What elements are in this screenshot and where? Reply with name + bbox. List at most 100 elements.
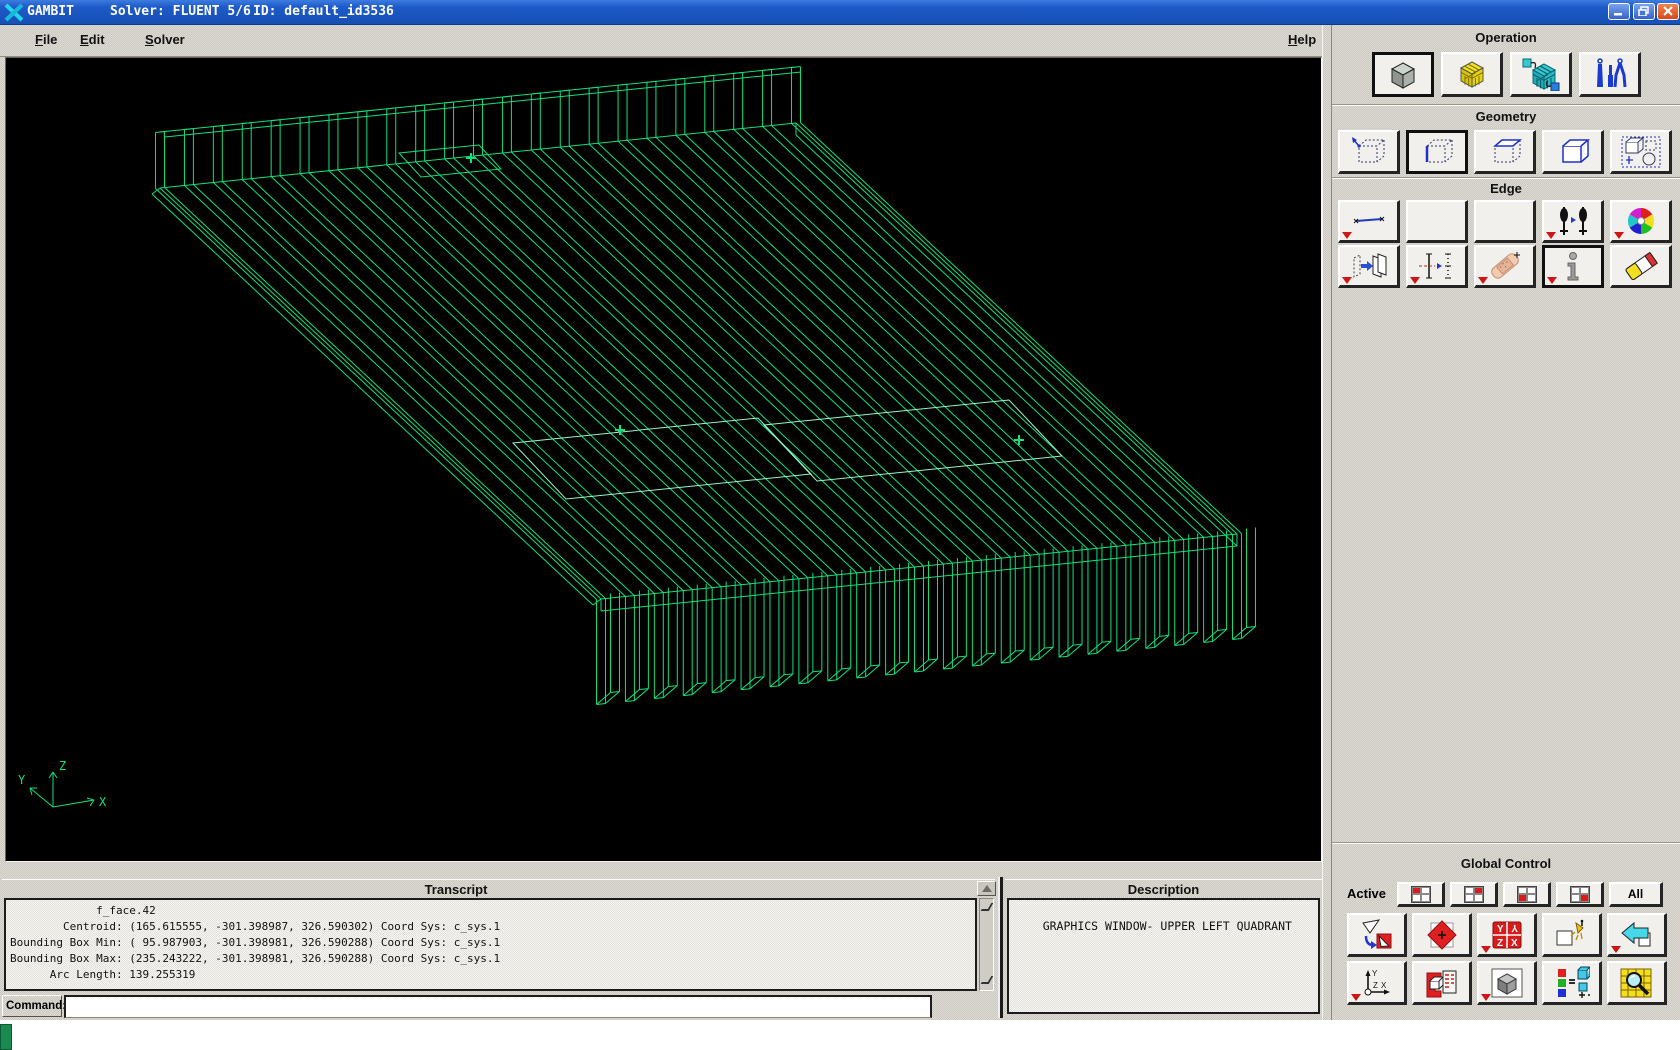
operation-mesh-button[interactable] [1441, 52, 1503, 97]
transcript-line: Bounding Box Max: (235.243222, -301.3989… [10, 952, 501, 965]
svg-text:X: X [1511, 938, 1518, 949]
examine-mesh-button[interactable] [1607, 961, 1667, 1005]
transcript-line: Centroid: (165.615555, -301.398987, 326.… [10, 920, 501, 933]
menu-help[interactable]: Help [1288, 32, 1316, 47]
light-cube-icon [1556, 919, 1584, 945]
transcript-log[interactable]: f_face.42 Centroid: (165.615555, -301.39… [4, 898, 977, 991]
bandage-icon [1490, 252, 1520, 279]
geometry-volume-button[interactable] [1542, 130, 1604, 174]
command-label: Command: [2, 995, 66, 1017]
divider [1332, 842, 1680, 844]
edge-cube-icon [1425, 139, 1454, 163]
command-input[interactable] [64, 995, 932, 1018]
undo-button[interactable] [1607, 913, 1667, 957]
edge-color-button[interactable] [1610, 200, 1672, 243]
description-panel: GRAPHICS WINDOW- UPPER LEFT QUADRANT [1007, 898, 1320, 1014]
geometry-vertex-button[interactable] [1338, 130, 1400, 174]
magnifier-grid-icon [1620, 968, 1651, 997]
graphics-viewport[interactable]: Z X Y [5, 57, 1322, 862]
title-bar[interactable]: GAMBIT Solver: FLUENT 5/6 ID: default_id… [0, 0, 1680, 25]
gambit-window: GAMBIT Solver: FLUENT 5/6 ID: default_id… [0, 0, 1680, 1020]
orient-grid-icon: Y Y Z X [1492, 921, 1521, 949]
operation-title: Operation [1475, 30, 1537, 45]
svg-text:Y: Y [1497, 924, 1504, 935]
edge-blank-button-1[interactable] [1406, 200, 1468, 243]
description-text: GRAPHICS WINDOW- UPPER LEFT QUADRANT [1042, 919, 1292, 933]
mesh-cube-icon [1459, 61, 1484, 88]
quadrant-bottom-left-button[interactable] [1503, 882, 1551, 907]
render-mode-button[interactable] [1477, 961, 1537, 1005]
session-id-label: ID: default_id3536 [253, 4, 394, 19]
edge-split-button[interactable] [1406, 245, 1468, 288]
up-arrow-icon [981, 885, 992, 892]
minimize-icon [1614, 13, 1622, 16]
minimize-button[interactable] [1608, 3, 1630, 20]
close-icon [1663, 6, 1673, 16]
orient-triad-button[interactable]: Y Z X [1347, 961, 1407, 1005]
restore-button[interactable] [1633, 3, 1655, 20]
color-wheel-icon [1627, 207, 1654, 235]
geometry-face-button[interactable] [1474, 130, 1536, 174]
quadrant-bottom-right-button[interactable] [1556, 882, 1604, 907]
close-button[interactable] [1657, 3, 1679, 20]
quadrant-top-right-button[interactable] [1450, 882, 1498, 907]
geometry-group-button[interactable] [1610, 130, 1672, 174]
svg-text:X: X [99, 795, 107, 809]
menu-edit[interactable]: Edit [80, 32, 105, 47]
desktop-background [0, 1020, 1680, 1050]
transcript-header: Transcript [2, 879, 995, 897]
eraser-icon [1625, 251, 1658, 281]
panel-divider [998, 877, 1003, 1018]
specify-color-button[interactable] [1542, 961, 1602, 1005]
render-light-button[interactable] [1542, 913, 1602, 957]
menu-file[interactable]: File [35, 32, 57, 47]
wireframe-model: Z X Y [18, 66, 1256, 809]
line-segment-icon [1353, 216, 1384, 224]
global-control-title: Global Control [1460, 856, 1552, 871]
vertex-pair-icon [1559, 207, 1587, 235]
quadrant-top-left-button[interactable] [1397, 882, 1445, 907]
menu-solver[interactable]: Solver [145, 32, 185, 47]
operation-zones-button[interactable] [1510, 52, 1572, 97]
edge-blank-button-2[interactable] [1474, 200, 1536, 243]
screen-layout-button[interactable] [1412, 961, 1472, 1005]
restore-icon [1638, 6, 1649, 16]
description-title: Description [1127, 882, 1200, 897]
edge-info-button[interactable] [1542, 245, 1604, 288]
svg-text:Z: Z [1497, 938, 1503, 949]
edge-connect-button[interactable] [1542, 200, 1604, 243]
info-icon [1567, 251, 1579, 280]
zoom-select-button[interactable] [1412, 913, 1472, 957]
layout-form-icon [1426, 970, 1456, 997]
vertex-cube-icon [1351, 136, 1385, 162]
app-title: GAMBIT [27, 4, 74, 19]
svg-text:Y: Y [18, 773, 26, 787]
axis-triad-icon: Y Z X [1364, 969, 1390, 995]
group-icon [1621, 136, 1660, 167]
transcript-scrollbar[interactable] [979, 898, 994, 991]
slide-edge-icon [1353, 253, 1386, 278]
split-edge-icon [1418, 253, 1451, 279]
edge-create-button[interactable] [1338, 200, 1400, 243]
edge-delete-button[interactable] [1610, 245, 1672, 288]
fit-to-window-button[interactable] [1347, 913, 1407, 957]
panel-groove [1322, 25, 1332, 1020]
undo-arrow-icon [1620, 921, 1650, 946]
face-cube-icon [1492, 138, 1522, 162]
svg-text:Y: Y [1511, 922, 1518, 933]
scroll-top-icon [980, 903, 994, 911]
edge-heal-button[interactable] [1474, 245, 1536, 288]
transcript-title: Transcript [424, 882, 488, 897]
quadrant-all-button[interactable]: All [1609, 882, 1663, 907]
quadrant-tr-icon [1463, 885, 1484, 903]
svg-text:X: X [1381, 981, 1387, 990]
orient-axes-button[interactable]: Y Y Z X [1477, 913, 1537, 957]
transcript-scroll-up-button[interactable] [977, 881, 996, 896]
operation-geometry-button[interactable] [1372, 52, 1434, 97]
edge-slide-button[interactable] [1338, 245, 1400, 288]
tool-panel: Operation Geometry Edge Global Control A… [1332, 25, 1680, 1020]
zones-cube-icon [1522, 58, 1559, 91]
divider [1332, 177, 1680, 179]
operation-tools-button[interactable] [1579, 52, 1641, 97]
geometry-edge-button[interactable] [1406, 130, 1468, 174]
